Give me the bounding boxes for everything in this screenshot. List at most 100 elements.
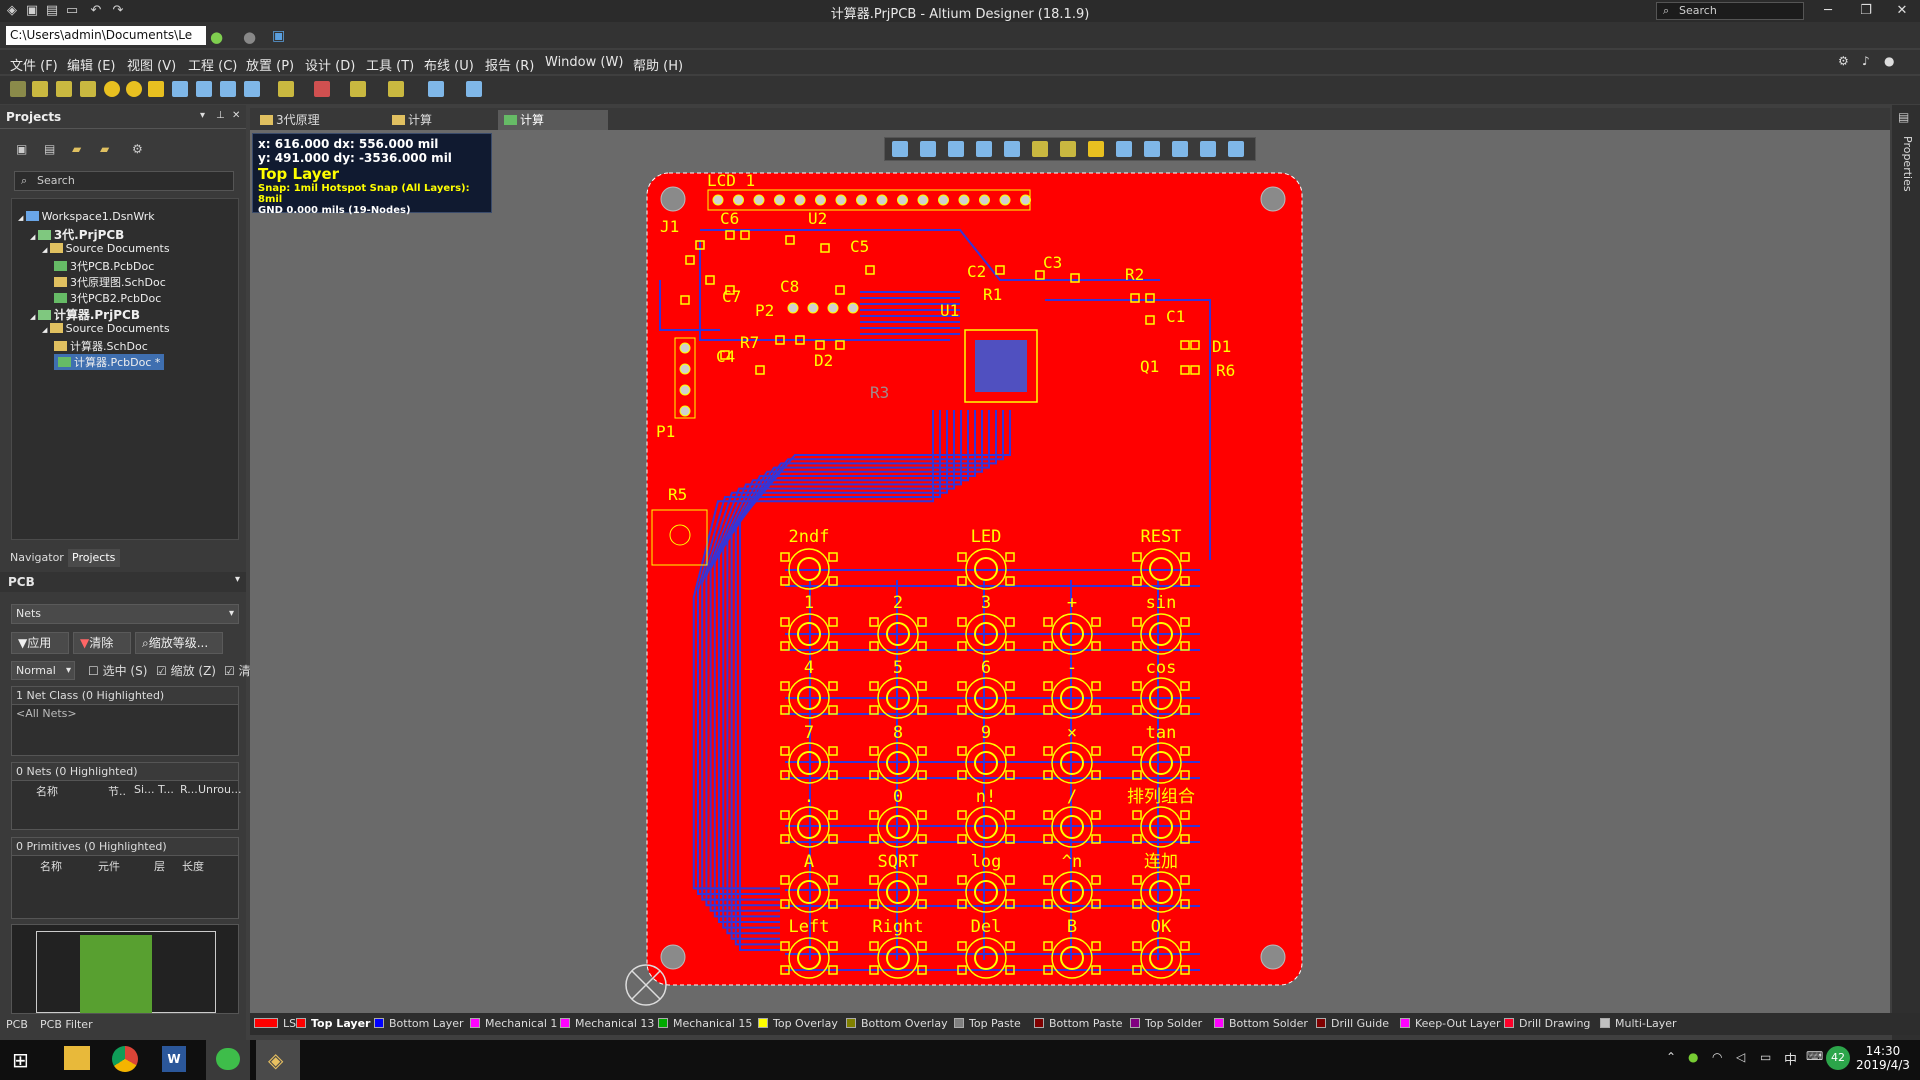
- menu-item[interactable]: 报告 (R): [485, 55, 534, 74]
- header-pad[interactable]: [712, 194, 724, 206]
- clear-button[interactable]: ▼清除: [73, 632, 131, 654]
- column-header[interactable]: 层: [154, 858, 165, 874]
- component-designator[interactable]: C4: [716, 347, 735, 366]
- multi-route-icon[interactable]: [80, 81, 96, 97]
- mounting-hole[interactable]: [1260, 944, 1286, 970]
- dimension-icon[interactable]: [1144, 141, 1160, 157]
- component-designator[interactable]: C2: [967, 262, 986, 281]
- header-pad[interactable]: [679, 384, 691, 396]
- pad-icon[interactable]: [1088, 141, 1104, 157]
- header-pad[interactable]: [1020, 194, 1031, 206]
- component-designator[interactable]: R2: [1125, 265, 1144, 284]
- pin-icon[interactable]: ⊥: [216, 110, 225, 121]
- zoom-checkbox[interactable]: ☑ 缩放 (Z): [156, 662, 216, 679]
- apply-button[interactable]: ▼应用: [11, 632, 69, 654]
- header-pad[interactable]: [876, 194, 888, 206]
- header-pad[interactable]: [807, 302, 819, 314]
- expand-icon[interactable]: ◢: [42, 326, 50, 334]
- expand-icon[interactable]: ◢: [30, 233, 38, 241]
- altium-task[interactable]: ◈: [256, 1040, 300, 1080]
- polygon-icon[interactable]: [1116, 141, 1132, 157]
- column-header[interactable]: R...: [180, 783, 198, 796]
- diff-pair-icon[interactable]: [56, 81, 72, 97]
- column-header[interactable]: 名称: [36, 783, 58, 799]
- layer-tab[interactable]: Keep-Out Layer: [1400, 1017, 1501, 1030]
- layer-tab[interactable]: Multi-Layer: [1600, 1017, 1677, 1030]
- component-designator[interactable]: C5: [850, 237, 869, 256]
- tree-item-pcb[interactable]: 3代PCB2.PcbDoc: [54, 290, 161, 306]
- component-designator[interactable]: C3: [1043, 253, 1062, 272]
- column-header[interactable]: Si...: [134, 783, 155, 796]
- panels-icon[interactable]: ▤: [1898, 110, 1909, 124]
- tab-document[interactable]: 计算器.SchDoc: [386, 110, 494, 147]
- layer-tab[interactable]: Drill Drawing: [1504, 1017, 1590, 1030]
- chevron-up-icon[interactable]: ⌃: [1666, 1050, 1676, 1064]
- menu-item[interactable]: 编辑 (E): [67, 55, 116, 74]
- layer-tab[interactable]: Mechanical 15: [658, 1017, 752, 1030]
- tray-badge[interactable]: 42: [1826, 1046, 1850, 1070]
- component-designator[interactable]: U2: [808, 209, 827, 228]
- component-designator[interactable]: U1: [940, 301, 959, 320]
- tree-item-pcb[interactable]: 计算器.PcbDoc *: [54, 354, 165, 370]
- header-pad[interactable]: [958, 194, 970, 206]
- component-designator[interactable]: C6: [720, 209, 739, 228]
- menu-item[interactable]: 帮助 (H): [633, 55, 683, 74]
- keyboard-icon[interactable]: ⌨: [1806, 1049, 1823, 1063]
- menu-item[interactable]: Window (W): [545, 55, 623, 70]
- menu-item[interactable]: 工具 (T): [366, 55, 414, 74]
- settings-icon[interactable]: ⚙: [132, 142, 143, 156]
- component-designator[interactable]: D1: [1212, 337, 1231, 356]
- zoom-level-button[interactable]: ⌕缩放等级...: [135, 632, 223, 654]
- wechat-task[interactable]: [206, 1040, 250, 1080]
- board-minimap[interactable]: [11, 924, 239, 1014]
- polygon-icon[interactable]: [196, 81, 212, 97]
- bell-icon[interactable]: ♪: [1862, 54, 1870, 68]
- column-header[interactable]: 长度: [182, 858, 204, 874]
- header-pad[interactable]: [679, 363, 691, 375]
- tab-pcb[interactable]: PCB: [6, 1018, 28, 1031]
- column-header[interactable]: 名称: [40, 858, 62, 874]
- header-pad[interactable]: [856, 194, 867, 206]
- arc-icon[interactable]: [148, 81, 164, 97]
- tab-document[interactable]: 计算器.PcbDoc *: [498, 110, 608, 147]
- layer-tab[interactable]: Drill Guide: [1316, 1017, 1389, 1030]
- header-pad[interactable]: [827, 302, 839, 314]
- panel-menu-icon[interactable]: ▾: [200, 110, 205, 121]
- restore-button[interactable]: ❐: [1846, 2, 1886, 20]
- component-designator[interactable]: Q1: [1140, 357, 1159, 376]
- tab-pcb-filter[interactable]: PCB Filter: [40, 1018, 93, 1031]
- component-designator[interactable]: R6: [1216, 361, 1235, 380]
- close-button[interactable]: ✕: [1882, 2, 1920, 20]
- header-pad[interactable]: [679, 342, 691, 354]
- tree-item-project[interactable]: ◢ 计算器.PrjPCB: [30, 306, 140, 323]
- menu-item[interactable]: 文件 (F): [10, 55, 58, 74]
- pcb-mode-select[interactable]: Nets ▾: [11, 604, 239, 624]
- header-pad[interactable]: [794, 194, 806, 206]
- diff-pair-icon[interactable]: [1060, 141, 1076, 157]
- tree-item-pcb[interactable]: 3代PCB.PcbDoc: [54, 258, 154, 274]
- menu-item[interactable]: 视图 (V): [127, 55, 176, 74]
- measure-icon[interactable]: [278, 81, 294, 97]
- tree-item-project[interactable]: ◢ 3代.PrjPCB: [30, 226, 124, 243]
- document-path-input[interactable]: C:\Users\admin\Documents\Le: [6, 26, 206, 45]
- align-icon[interactable]: [976, 141, 992, 157]
- mounting-hole[interactable]: [660, 186, 686, 212]
- column-header[interactable]: Unrou...: [198, 783, 242, 796]
- back-icon[interactable]: ●: [210, 28, 223, 46]
- tree-item-sch[interactable]: 3代原理图.SchDoc: [54, 274, 166, 290]
- compile-icon[interactable]: ▤: [44, 142, 55, 156]
- windows-start-icon[interactable]: ⊞: [12, 1048, 29, 1072]
- menu-item[interactable]: 工程 (C): [188, 55, 237, 74]
- chrome-icon[interactable]: [112, 1046, 138, 1072]
- component-designator[interactable]: J1: [660, 217, 679, 236]
- tab-projects[interactable]: Projects: [68, 549, 120, 567]
- component-designator[interactable]: D2: [814, 351, 833, 370]
- expand-icon[interactable]: ◢: [18, 214, 26, 222]
- header-pad[interactable]: [733, 194, 744, 206]
- header-pad[interactable]: [917, 194, 929, 206]
- global-search[interactable]: ⌕ Search: [1656, 2, 1804, 20]
- project-options-icon[interactable]: ▰: [100, 142, 109, 156]
- word-icon[interactable]: W: [162, 1046, 186, 1072]
- interactive-route-icon[interactable]: [32, 81, 48, 97]
- filter-icon[interactable]: [892, 141, 908, 157]
